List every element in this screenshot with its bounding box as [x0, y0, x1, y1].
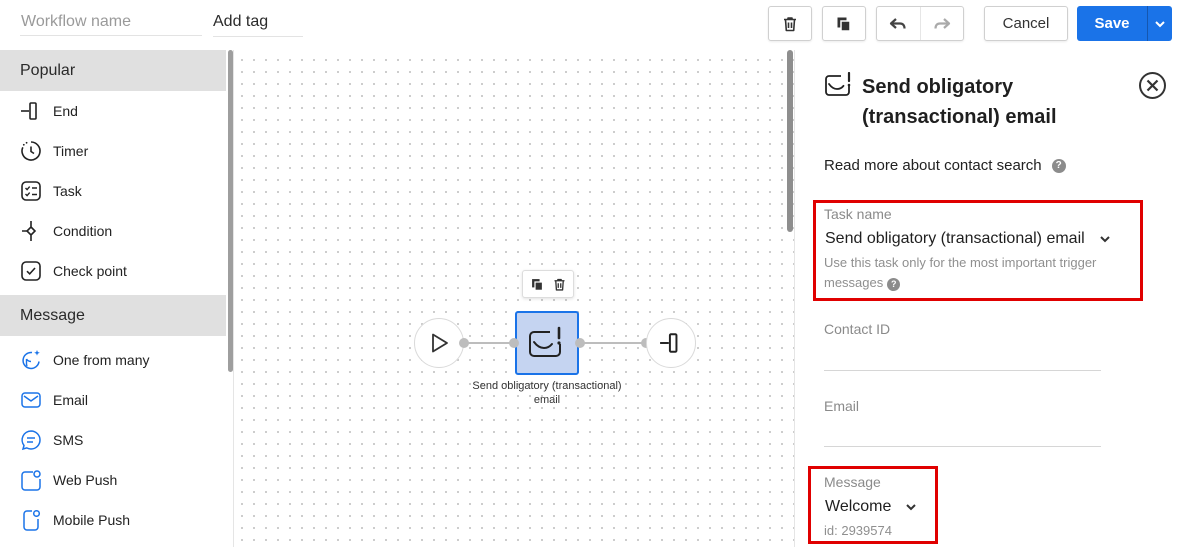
message-select[interactable]: Welcome — [825, 498, 917, 516]
undo-redo-group — [876, 6, 964, 41]
task-palette: Popular End Timer Task Condition Check p… — [0, 50, 234, 547]
redo-button[interactable] — [919, 7, 963, 40]
palette-scrollbar[interactable] — [228, 50, 233, 372]
palette-item-sms[interactable]: SMS — [0, 420, 226, 460]
contact-id-label: Contact ID — [824, 321, 891, 337]
palette-item-check-point[interactable]: Check point — [0, 251, 226, 291]
contact-id-field[interactable] — [824, 370, 1101, 371]
play-icon — [432, 333, 448, 353]
palette-item-end[interactable]: End — [0, 91, 226, 131]
task-name-label: Task name — [824, 206, 892, 222]
palette-item-label: Email — [53, 392, 89, 408]
section-message: Message — [0, 295, 226, 336]
palette-item-task[interactable]: Task — [0, 171, 226, 211]
end-icon — [660, 333, 678, 353]
connector-line — [580, 342, 646, 344]
end-node[interactable] — [646, 318, 696, 368]
start-node[interactable] — [414, 318, 464, 368]
check-point-icon — [19, 259, 43, 283]
panel-title: Send obligatory (transactional) email — [862, 76, 1057, 128]
top-bar: Add tag Cancel Save — [0, 0, 1192, 50]
copy-icon — [837, 17, 851, 32]
task-node-transactional-email[interactable] — [515, 311, 579, 375]
connector-port[interactable] — [459, 338, 469, 348]
connector-port[interactable] — [509, 338, 519, 348]
palette-item-timer[interactable]: Timer — [0, 131, 226, 171]
close-icon[interactable] — [1138, 71, 1167, 100]
undo-icon — [890, 17, 907, 29]
palette-item-email[interactable]: Email — [0, 380, 226, 420]
help-icon[interactable]: ? — [887, 278, 901, 291]
email-field[interactable] — [824, 446, 1101, 447]
palette-item-label: Task — [53, 183, 82, 199]
trash-icon — [554, 278, 564, 291]
task-icon — [19, 179, 43, 203]
palette-item-label: One from many — [53, 352, 150, 368]
chevron-down-icon — [1155, 20, 1165, 27]
one-from-many-icon — [19, 348, 43, 372]
palette-item-label: Mobile Push — [53, 512, 131, 528]
node-copy-button[interactable] — [530, 277, 545, 292]
email-icon — [19, 388, 43, 412]
message-value: Welcome — [825, 498, 892, 515]
read-more-link[interactable]: Read more about contact search ? — [824, 157, 1066, 174]
node-toolbar — [522, 270, 574, 298]
save-button-group: Save — [1077, 6, 1172, 41]
task-name-hint: Use this task only for the most importan… — [824, 253, 1104, 293]
task-hint-text: Use this task only for the most importan… — [824, 255, 1097, 290]
canvas-scrollbar[interactable] — [787, 50, 793, 232]
palette-item-label: Condition — [53, 223, 113, 239]
palette-item-web-push[interactable]: Web Push — [0, 460, 226, 500]
end-icon — [19, 99, 43, 123]
add-tag-field[interactable]: Add tag — [213, 8, 303, 37]
save-options-button[interactable] — [1147, 6, 1172, 41]
palette-item-one-from-many[interactable]: One from many — [0, 340, 226, 380]
web-push-icon — [19, 468, 43, 492]
redo-icon — [934, 17, 951, 29]
sms-icon — [19, 428, 43, 452]
node-delete-button[interactable] — [552, 277, 567, 292]
chevron-down-icon — [905, 503, 917, 511]
copy-button[interactable] — [822, 6, 866, 41]
condition-icon — [19, 219, 43, 243]
message-id: id: 2939574 — [824, 523, 892, 538]
help-icon[interactable]: ? — [1051, 158, 1066, 173]
copy-icon — [531, 278, 543, 291]
read-more-label: Read more about contact search — [824, 157, 1042, 174]
palette-item-label: Check point — [53, 263, 127, 279]
palette-item-mobile-push[interactable]: Mobile Push — [0, 500, 226, 540]
obligatory-email-icon — [529, 326, 561, 357]
obligatory-email-icon — [825, 72, 851, 96]
connector-port[interactable] — [575, 338, 585, 348]
section-popular: Popular — [0, 50, 226, 91]
task-name-value: Send obligatory (transactional) email — [825, 230, 1085, 247]
trash-icon — [784, 16, 796, 31]
undo-button[interactable] — [877, 7, 920, 40]
timer-icon — [19, 139, 43, 163]
chevron-down-icon — [1099, 235, 1111, 243]
palette-item-label: End — [53, 103, 78, 119]
palette-item-label: Web Push — [53, 472, 118, 488]
cancel-button[interactable]: Cancel — [984, 6, 1068, 41]
workflow-name-input[interactable] — [20, 8, 202, 36]
message-label: Message — [824, 474, 881, 490]
palette-item-label: Timer — [53, 143, 89, 159]
mobile-push-icon — [19, 508, 43, 532]
save-button[interactable]: Save — [1077, 6, 1147, 41]
delete-button[interactable] — [768, 6, 812, 41]
task-name-select[interactable]: Send obligatory (transactional) email — [825, 230, 1111, 248]
task-node-label: Send obligatory (transactional) email — [472, 380, 622, 406]
palette-item-condition[interactable]: Condition — [0, 211, 226, 251]
palette-item-label: SMS — [53, 432, 84, 448]
workflow-canvas[interactable] — [234, 50, 794, 547]
email-label: Email — [824, 398, 860, 414]
